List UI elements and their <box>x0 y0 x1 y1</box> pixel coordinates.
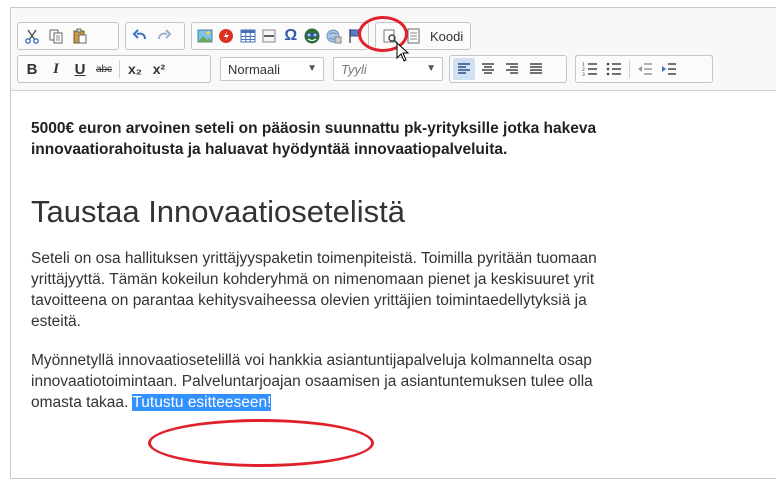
paragraph-line: Seteli on osa hallituksen yrittäjyyspake… <box>31 250 597 267</box>
alignment-group <box>449 55 567 83</box>
numbered-list-icon[interactable]: 123 <box>579 58 601 80</box>
selected-link-text[interactable]: Tutustu esitteeseen! <box>132 394 272 411</box>
paragraph-line: yrittäjyyttä. Tämän kokeilun kohderyhmä … <box>31 271 595 288</box>
cut-icon[interactable] <box>21 25 43 47</box>
align-center-icon[interactable] <box>477 58 499 80</box>
lists-group: 123 <box>575 55 713 83</box>
underline-button[interactable]: U <box>69 58 91 80</box>
format-select-value: Normaali <box>228 61 281 77</box>
separator <box>629 60 630 78</box>
chevron-down-icon: ▼ <box>426 63 436 74</box>
insert-group: Ω <box>191 22 369 50</box>
lead-line: innovaatiorahoitusta ja haluavat hyödynt… <box>31 141 508 158</box>
style-select-value: Tyyli <box>341 61 367 77</box>
page-heading: Taustaa Innovaatiosetelistä <box>31 194 405 229</box>
body-paragraph: Myönnetyllä innovaatiosetelillä voi hank… <box>31 350 776 413</box>
align-justify-icon[interactable] <box>525 58 547 80</box>
horizontal-line-icon[interactable] <box>260 25 280 47</box>
iframe-icon[interactable] <box>324 25 344 47</box>
body-paragraph: Seteli on osa hallituksen yrittäjyyspake… <box>31 248 776 332</box>
paragraph-line: esteitä. <box>31 313 81 330</box>
rich-text-editor: Ω Koodi B I U abc x₂ x² Normaali ▼ Tyyli… <box>10 7 776 479</box>
lead-paragraph: 5000€ euron arvoinen seteli on pääosin s… <box>31 118 776 160</box>
align-left-icon[interactable] <box>453 58 475 80</box>
smiley-icon[interactable] <box>303 25 323 47</box>
paragraph-line: omasta takaa. <box>31 394 133 411</box>
basic-styles-group: B I U abc x₂ x² <box>17 55 211 83</box>
table-icon[interactable] <box>238 25 258 47</box>
clipboard-group <box>17 22 119 50</box>
outdent-icon[interactable] <box>634 58 656 80</box>
image-icon[interactable] <box>195 25 215 47</box>
special-character-icon[interactable]: Ω <box>281 25 301 47</box>
lead-line: 5000€ euron arvoinen seteli on pääosin s… <box>31 120 597 137</box>
chevron-down-icon: ▼ <box>307 63 317 74</box>
format-select[interactable]: Normaali ▼ <box>220 57 324 81</box>
source-button-label[interactable]: Koodi <box>426 29 467 44</box>
paragraph-line: Myönnetyllä innovaatiosetelillä voi hank… <box>31 352 592 369</box>
italic-button[interactable]: I <box>45 58 67 80</box>
copy-icon[interactable] <box>45 25 67 47</box>
style-select[interactable]: Tyyli ▼ <box>333 57 443 81</box>
paragraph-line: innovaatiotoimintaan. Palveluntarjoajan … <box>31 373 593 390</box>
flash-icon[interactable] <box>217 25 237 47</box>
align-right-icon[interactable] <box>501 58 523 80</box>
undo-icon[interactable] <box>129 25 151 47</box>
separator <box>119 60 120 78</box>
superscript-button[interactable]: x² <box>148 58 170 80</box>
strikethrough-button[interactable]: abc <box>93 58 115 80</box>
redo-icon[interactable] <box>153 25 175 47</box>
source-group: Koodi <box>375 22 471 50</box>
indent-icon[interactable] <box>658 58 680 80</box>
svg-text:3: 3 <box>582 72 585 76</box>
anchor-flag-icon[interactable] <box>346 25 366 47</box>
editor-toolbar: Ω Koodi B I U abc x₂ x² Normaali ▼ Tyyli… <box>11 8 776 91</box>
subscript-button[interactable]: x₂ <box>124 58 146 80</box>
paragraph-line: tavoitteena on parantaa kehitysvaiheessa… <box>31 292 587 309</box>
history-group <box>125 22 185 50</box>
paste-icon[interactable] <box>69 25 91 47</box>
editor-content[interactable]: 5000€ euron arvoinen seteli on pääosin s… <box>31 118 776 413</box>
bold-button[interactable]: B <box>21 58 43 80</box>
mouse-pointer-icon <box>396 41 410 67</box>
bulleted-list-icon[interactable] <box>603 58 625 80</box>
